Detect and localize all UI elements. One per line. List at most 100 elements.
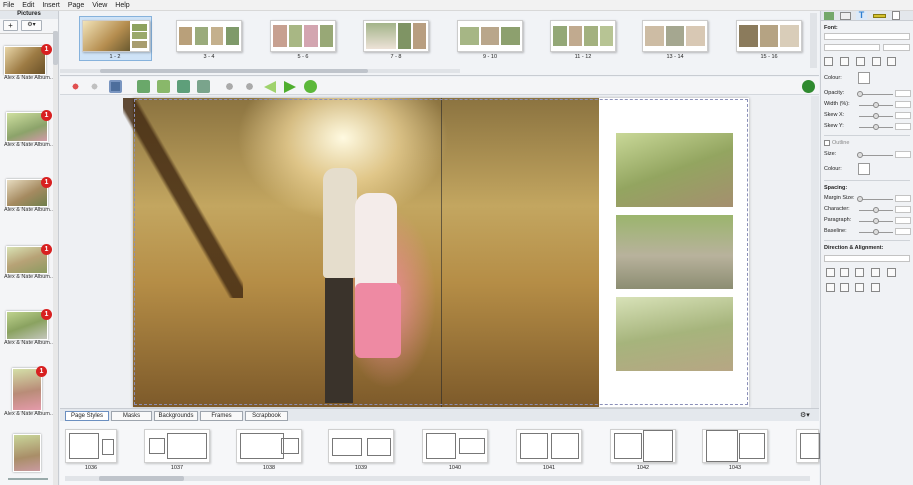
font-family-select[interactable]	[824, 33, 910, 40]
width-slider-knob[interactable]	[873, 102, 879, 108]
baseline-field[interactable]	[895, 228, 911, 235]
direction-select[interactable]	[824, 255, 910, 262]
export-icon[interactable]	[197, 80, 210, 93]
spread-thumb[interactable]	[270, 20, 336, 52]
menu-file[interactable]: File	[3, 2, 14, 9]
tab-masks[interactable]: Masks	[111, 411, 152, 421]
font-size-select[interactable]	[883, 44, 910, 51]
spread-thumb[interactable]	[176, 20, 242, 52]
menu-insert[interactable]: Insert	[42, 2, 60, 9]
text-direction-button[interactable]	[887, 268, 896, 277]
paragraph-slider-knob[interactable]	[873, 218, 879, 224]
template-item[interactable]	[65, 429, 117, 463]
outline-checkbox[interactable]	[824, 140, 830, 146]
template-item[interactable]	[796, 429, 820, 463]
outline-size-slider[interactable]	[859, 155, 893, 156]
side-photo-2[interactable]	[616, 215, 733, 289]
tab-backgrounds[interactable]: Backgrounds	[154, 411, 198, 421]
menu-edit[interactable]: Edit	[22, 2, 34, 9]
image-tab-icon[interactable]	[840, 12, 851, 20]
skew-x-slider-knob[interactable]	[873, 113, 879, 119]
template-item[interactable]	[236, 429, 302, 463]
ruler-tab-icon[interactable]	[873, 14, 886, 18]
zoom-out-icon[interactable]	[243, 80, 256, 93]
spread-thumb[interactable]	[363, 20, 429, 52]
colour-swatch[interactable]	[858, 72, 870, 84]
template-item[interactable]	[328, 429, 394, 463]
scrollbar-thumb[interactable]	[99, 476, 184, 481]
gear-icon[interactable]: ⚙▾	[800, 411, 814, 421]
background-tab-icon[interactable]	[824, 12, 834, 20]
spread-thumb[interactable]	[457, 20, 523, 52]
picture-item[interactable]: 1 Alex & Nate Album...	[4, 366, 54, 417]
next-page-icon[interactable]	[284, 81, 296, 93]
redo-icon[interactable]	[88, 80, 101, 93]
opacity-field[interactable]	[895, 90, 911, 97]
menu-view[interactable]: View	[92, 2, 107, 9]
valign-bottom-button[interactable]	[855, 283, 864, 292]
character-field[interactable]	[895, 206, 911, 213]
zoom-in-icon[interactable]	[223, 80, 236, 93]
page-tab-icon[interactable]	[892, 11, 900, 20]
opacity-slider-knob[interactable]	[857, 91, 863, 97]
side-photo-3[interactable]	[616, 297, 733, 371]
width-field[interactable]	[895, 101, 911, 108]
align-left-button[interactable]	[826, 268, 835, 277]
undo-icon[interactable]	[69, 80, 82, 93]
align-justify-button[interactable]	[871, 268, 880, 277]
picture-item[interactable]: 1 Alex & Nate Album...	[4, 110, 54, 148]
bold-button[interactable]	[824, 57, 833, 66]
margin-size-slider-knob[interactable]	[857, 196, 863, 202]
picture-item[interactable]: 1 Alex & Nate Album...	[4, 244, 54, 280]
template-item[interactable]	[144, 429, 210, 463]
play-icon[interactable]	[304, 80, 317, 93]
picture-item[interactable]	[4, 434, 52, 472]
align-right-button[interactable]	[855, 268, 864, 277]
superscript-button[interactable]	[887, 57, 896, 66]
spread-scrollbar[interactable]	[60, 69, 460, 73]
spread-thumb[interactable]	[550, 20, 616, 52]
add-page-icon[interactable]	[137, 80, 150, 93]
template-item[interactable]	[422, 429, 488, 463]
tab-page-styles[interactable]: Page Styles	[65, 411, 109, 421]
skew-y-slider-knob[interactable]	[873, 124, 879, 130]
valign-top-button[interactable]	[826, 283, 835, 292]
valign-justify-button[interactable]	[871, 283, 880, 292]
italic-button[interactable]	[840, 57, 849, 66]
template-item[interactable]	[516, 429, 582, 463]
outline-size-field[interactable]	[895, 151, 911, 158]
font-style-select[interactable]	[824, 44, 880, 51]
menu-page[interactable]: Page	[68, 2, 84, 9]
previous-page-icon[interactable]	[264, 81, 276, 93]
outline-size-slider-knob[interactable]	[857, 152, 863, 158]
picture-item[interactable]: 1 Alex & Nate Album...	[4, 44, 54, 81]
picture-item[interactable]: 1 Alex & Nate Album...	[4, 177, 54, 213]
save-icon[interactable]	[109, 80, 122, 93]
tab-scrapbook[interactable]: Scrapbook	[245, 411, 288, 421]
template-item[interactable]	[702, 429, 768, 463]
spread-thumb[interactable]	[736, 20, 802, 52]
canvas-scrollbar[interactable]	[811, 96, 819, 408]
template-item[interactable]	[610, 429, 676, 463]
side-photo-1[interactable]	[616, 133, 733, 207]
pictures-scrollbar[interactable]	[53, 31, 58, 485]
add-text-icon[interactable]	[157, 80, 170, 93]
text-tab-icon[interactable]: T	[856, 11, 867, 20]
valign-middle-button[interactable]	[840, 283, 849, 292]
opacity-slider[interactable]	[859, 94, 893, 95]
spread-thumb[interactable]	[82, 20, 150, 52]
spread-thumb[interactable]	[642, 20, 708, 52]
scrollbar-thumb[interactable]	[100, 69, 368, 73]
pictures-settings-button[interactable]: ⚙▾	[21, 20, 42, 31]
margin-size-field[interactable]	[895, 195, 911, 202]
zoom-slider[interactable]	[8, 478, 48, 480]
underline-button[interactable]	[856, 57, 865, 66]
outline-colour-swatch[interactable]	[858, 163, 870, 175]
picture-item[interactable]: 1 Alex & Nate Album...	[4, 309, 54, 346]
menu-help[interactable]: Help	[115, 2, 129, 9]
skew-y-field[interactable]	[895, 123, 911, 130]
paragraph-field[interactable]	[895, 217, 911, 224]
cart-icon[interactable]	[802, 80, 815, 93]
import-icon[interactable]	[177, 80, 190, 93]
tab-frames[interactable]: Frames	[200, 411, 243, 421]
